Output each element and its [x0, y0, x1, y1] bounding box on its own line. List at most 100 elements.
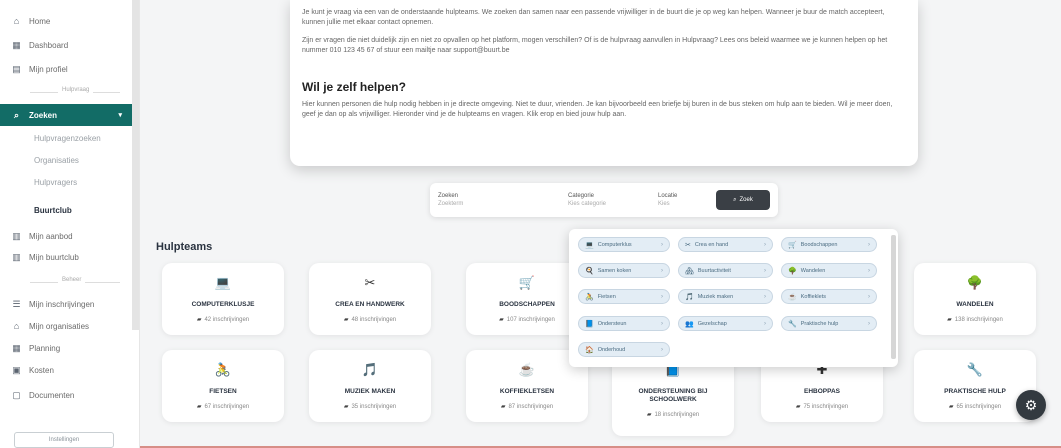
help-heading: Wil je zelf helpen? [302, 80, 406, 94]
category-chip[interactable]: 🚴 Fietsen › [578, 289, 670, 304]
team-name: PRAKTISCHE HULP [944, 388, 1006, 395]
chevron-down-icon: › [661, 346, 663, 353]
signup-icon: ☰ [12, 298, 21, 309]
dropdown-scrollbar[interactable] [891, 235, 896, 359]
team-name: BOODSCHAPPEN [499, 301, 555, 308]
sidebar-item-profile[interactable]: ▤ Mijn profiel [0, 58, 132, 80]
users-icon: ▰ [196, 317, 202, 323]
sidebar-subitem-hulpvragen[interactable]: Hulpvragenzoeken [0, 127, 132, 149]
category-chip[interactable]: 📘 Ondersteun › [578, 316, 670, 331]
chip-label: Computerklus [597, 241, 632, 248]
craft-icon: ✂ [685, 241, 691, 249]
category-chip[interactable]: 🔧 Praktische hulp › [781, 316, 877, 331]
search-button-label: Zoek [739, 197, 753, 203]
sidebar-scrollbar[interactable] [132, 0, 139, 330]
category-chip[interactable]: 💻 Computerklus › [578, 237, 670, 252]
category-chip[interactable]: 🌳 Wandelen › [781, 263, 877, 278]
search-input[interactable]: Zoeken Zoekterm [438, 193, 558, 207]
category-chip[interactable]: 🏘 Buurtactiviteit › [678, 263, 773, 278]
team-count-label: 107 inschrijvingen [506, 317, 555, 323]
team-count: ▰ 67 inschrijvingen [197, 403, 249, 410]
users-icon: ▰ [196, 404, 202, 410]
team-count: ▰ 18 inschrijvingen [647, 411, 699, 418]
sidebar-item-inschrijvingen[interactable]: ☰ Mijn inschrijvingen [0, 293, 132, 315]
sidebar-item-documenten[interactable]: ▢ Documenten [0, 384, 132, 406]
team-count-label: 65 inschrijvingen [956, 404, 1002, 410]
chip-label: Muziek maken [697, 293, 734, 300]
chip-label: Gezelschap [697, 320, 727, 327]
category-chip[interactable]: ☕ Koffieklets › [781, 289, 877, 304]
team-count-label: 35 inschrijvingen [351, 404, 397, 410]
chevron-down-icon: › [661, 241, 663, 248]
team-card[interactable]: 💻 COMPUTERKLUSJE ▰ 42 inschrijvingen [162, 263, 284, 335]
bike-icon: 🚴 [585, 293, 594, 301]
team-count: ▰ 75 inschrijvingen [796, 403, 848, 410]
chevron-down-icon: › [868, 267, 870, 274]
team-count-label: 18 inschrijvingen [654, 412, 700, 418]
sidebar-item-label: Documenten [29, 390, 75, 400]
team-card[interactable]: 🚴 FIETSEN ▰ 67 inschrijvingen [162, 350, 284, 422]
team-count: ▰ 87 inschrijvingen [501, 403, 553, 410]
sidebar-item-label: Mijn aanbod [29, 231, 73, 241]
chip-label: Koffieklets [800, 293, 826, 300]
chevron-down-icon: › [661, 293, 663, 300]
bike-icon: 🚴 [214, 362, 232, 377]
sidebar-item-home[interactable]: ⌂ Home [0, 10, 132, 32]
sidebar-subitem-buurtclub[interactable]: Buurtclub [0, 199, 132, 221]
chip-label: Buurtactiviteit [697, 267, 731, 274]
chip-label: Boodschappen [800, 241, 838, 248]
category-chip[interactable]: ✂ Crea en hand › [678, 237, 773, 252]
category-chip[interactable]: 🎵 Muziek maken › [678, 289, 773, 304]
category-chip[interactable]: 🍳 Samen koken › [578, 263, 670, 278]
info-card: Je kunt je vraag via een van de ondersta… [290, 0, 918, 166]
chevron-down-icon: › [764, 267, 766, 274]
category-dropdown: 💻 Computerklus › ✂ Crea en hand › 🛒 Bood… [569, 229, 898, 367]
team-name: WANDELEN [956, 301, 994, 308]
location-select[interactable]: Locatie Kies [658, 193, 698, 207]
sidebar-item-label: Dashboard [29, 40, 69, 50]
sidebar-item-label: Zoeken [29, 110, 58, 120]
profile-icon: ▤ [12, 63, 21, 74]
category-chip[interactable]: 👥 Gezelschap › [678, 316, 773, 331]
team-card[interactable]: 🎵 MUZIEK MAKEN ▰ 35 inschrijvingen [309, 350, 431, 422]
location-label: Locatie [658, 193, 678, 199]
team-count: ▰ 138 inschrijvingen [947, 316, 1003, 323]
sidebar-item-zoeken[interactable]: ⌕ Zoeken ▾ [0, 104, 132, 126]
users-icon: ▰ [343, 404, 349, 410]
chevron-down-icon: › [868, 320, 870, 327]
sidebar-item-organisaties[interactable]: ⌂ Mijn organisaties [0, 315, 132, 337]
sidebar-subitem-hulpvragers[interactable]: Hulpvragers [0, 171, 132, 193]
location-value: Kies [658, 201, 670, 207]
sidebar-item-aanbod[interactable]: ▥ Mijn aanbod [0, 225, 132, 247]
computer-icon: 💻 [585, 241, 594, 249]
music-icon: 🎵 [361, 362, 379, 377]
search-button[interactable]: ⌕ Zoek [716, 190, 770, 210]
sidebar-subitem-organisaties[interactable]: Organisaties [0, 149, 132, 171]
team-card[interactable]: ✂ CREA EN HANDWERK ▰ 48 inschrijvingen [309, 263, 431, 335]
sidebar-item-planning[interactable]: ▦ Planning [0, 337, 132, 359]
info-paragraph-2: Zijn er vragen die niet duidelijk zijn e… [302, 37, 888, 54]
team-name: ONDERSTEUNING BIJ SCHOOLWERK [638, 388, 708, 403]
sidebar-item-kosten[interactable]: ▣ Kosten [0, 359, 132, 381]
settings-button[interactable]: Instellingen [14, 432, 114, 448]
team-count-label: 42 inschrijvingen [204, 317, 250, 323]
sidebar-item-buurtclub[interactable]: ▥ Mijn buurtclub [0, 246, 132, 268]
chevron-down-icon: › [868, 293, 870, 300]
sidebar-item-dashboard[interactable]: ▦ Dashboard [0, 34, 132, 56]
chip-label: Ondersteun [597, 320, 627, 327]
users-icon: ▰ [646, 412, 652, 418]
search-icon: ⌕ [733, 196, 737, 203]
users-icon: ▰ [343, 317, 349, 323]
category-chip[interactable]: 🏠 Onderhoud › [578, 342, 670, 357]
team-card[interactable]: 🌳 WANDELEN ▰ 138 inschrijvingen [914, 263, 1036, 335]
sidebar-item-label: Home [29, 16, 51, 26]
category-chip[interactable]: 🛒 Boodschappen › [781, 237, 877, 252]
section-divider-beheer: Beheer [30, 277, 120, 283]
settings-fab[interactable]: ⚙ [1016, 390, 1046, 420]
category-select[interactable]: Categorie Kies categorie [568, 193, 648, 207]
section-label: Beheer [58, 277, 86, 283]
team-count: ▰ 107 inschrijvingen [499, 316, 555, 323]
sidebar-item-label: Mijn organisaties [29, 321, 90, 331]
team-count-label: 67 inschrijvingen [204, 404, 250, 410]
search-icon: ⌕ [13, 109, 20, 120]
